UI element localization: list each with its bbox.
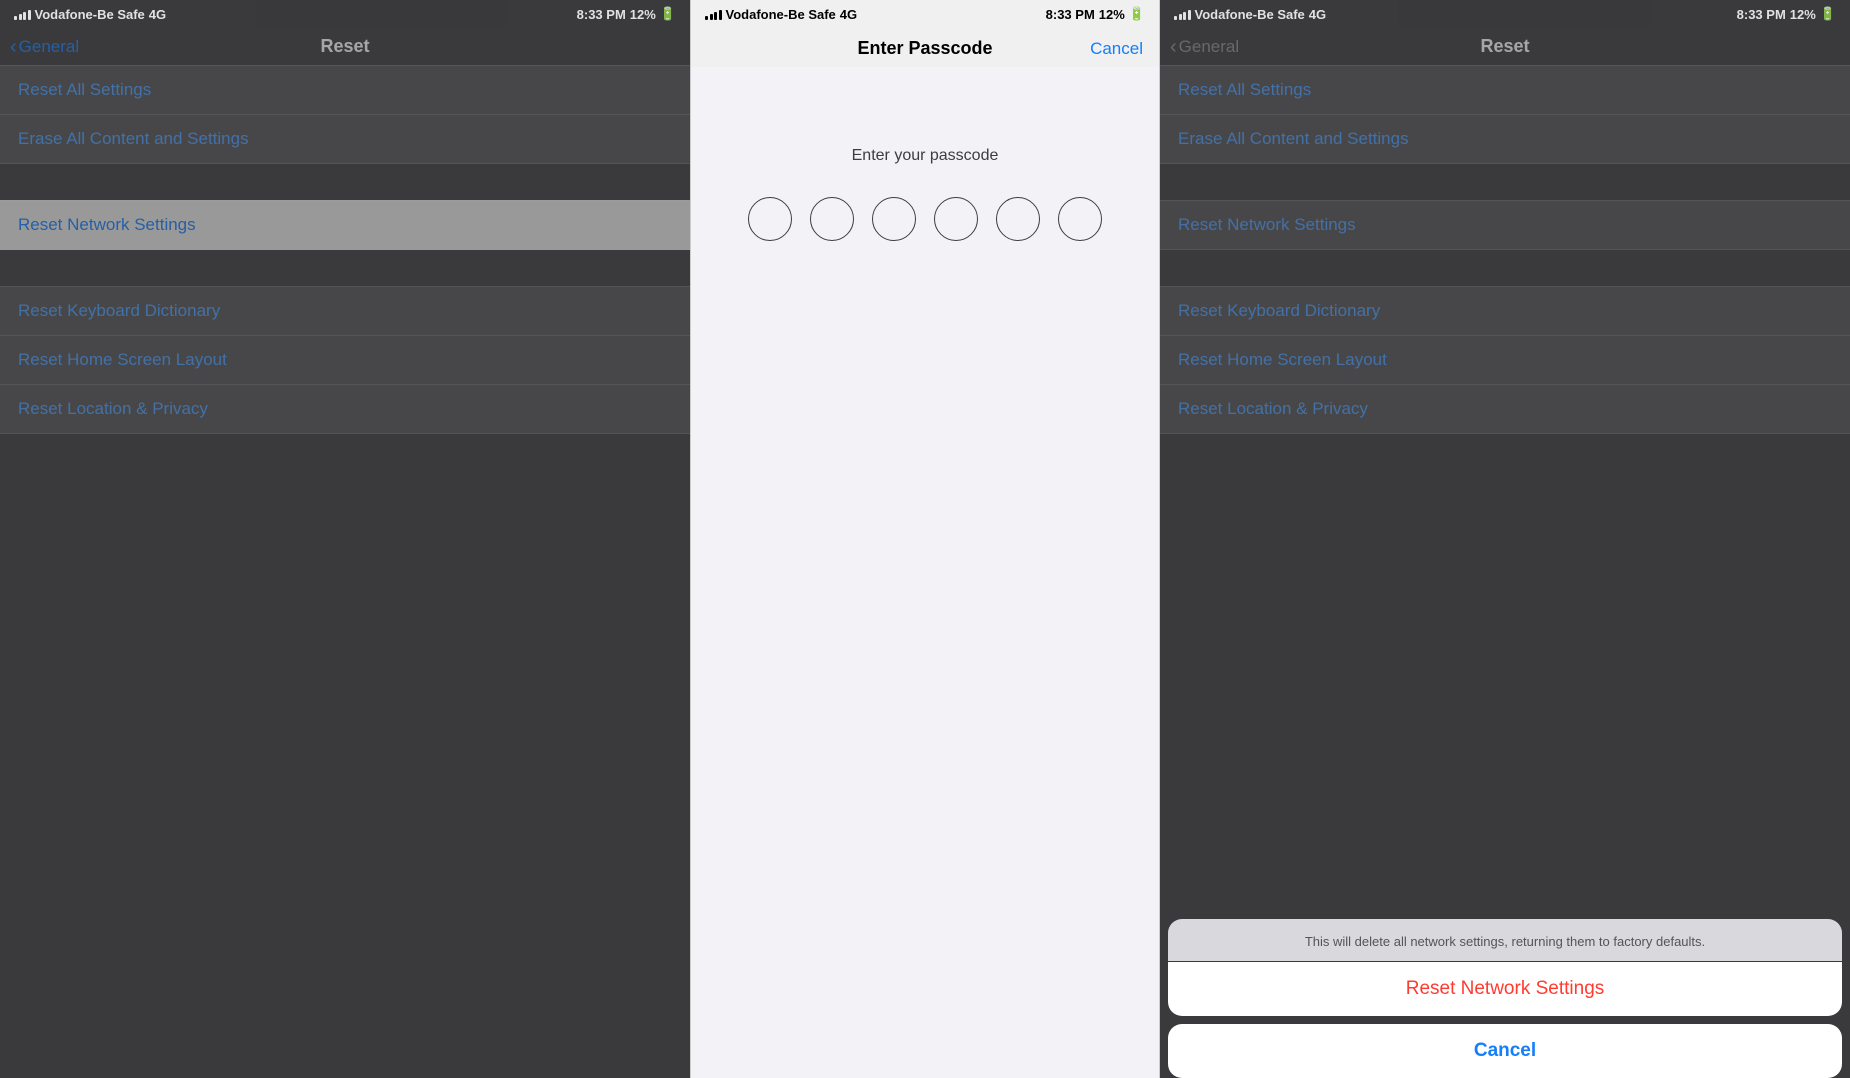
center-panel: Vodafone-Be Safe 4G 8:33 PM 12% 🔋 Enter … — [690, 0, 1160, 1078]
section-gap-2-left — [0, 250, 690, 286]
passcode-dot-5 — [996, 197, 1040, 241]
status-right-right: 8:33 PM 12% 🔋 — [1737, 6, 1836, 22]
section-gap-2-right — [1160, 250, 1850, 286]
status-bar-center: Vodafone-Be Safe 4G 8:33 PM 12% 🔋 — [691, 0, 1159, 28]
signal-icon-center — [705, 8, 722, 20]
passcode-dot-6 — [1058, 197, 1102, 241]
status-right-center: 8:33 PM 12% 🔋 — [1046, 6, 1145, 22]
section-1-right: Reset All Settings Erase All Content and… — [1160, 65, 1850, 164]
chevron-left-icon-right: ‹ — [1170, 37, 1177, 57]
network-label-center: 4G — [840, 7, 857, 22]
network-label: 4G — [149, 7, 166, 22]
battery-icon-center: 🔋 — [1129, 6, 1145, 22]
confirm-reset-button[interactable]: Reset Network Settings — [1168, 962, 1842, 1016]
reset-network-settings-right[interactable]: Reset Network Settings — [1160, 200, 1850, 250]
passcode-dots — [748, 197, 1102, 241]
status-left-right: Vodafone-Be Safe 4G — [1174, 7, 1326, 22]
nav-bar-left: ‹ General Reset — [0, 28, 690, 65]
passcode-nav-title: Enter Passcode — [857, 38, 992, 59]
carrier-label: Vodafone-Be Safe — [35, 7, 145, 22]
reset-location-privacy-left[interactable]: Reset Location & Privacy — [0, 385, 690, 434]
carrier-label-center: Vodafone-Be Safe — [726, 7, 836, 22]
status-left-center: Vodafone-Be Safe 4G — [705, 7, 857, 22]
nav-title-right: Reset — [1480, 36, 1529, 57]
passcode-prompt: Enter your passcode — [852, 147, 999, 165]
carrier-label-right: Vodafone-Be Safe — [1195, 7, 1305, 22]
passcode-body: Enter your passcode — [691, 67, 1159, 1078]
battery-label-right: 12% — [1790, 7, 1816, 22]
battery-icon: 🔋 — [660, 6, 676, 22]
passcode-cancel-button[interactable]: Cancel — [1090, 39, 1143, 59]
status-right: 8:33 PM 12% 🔋 — [577, 6, 676, 22]
action-sheet-message: This will delete all network settings, r… — [1168, 919, 1842, 961]
settings-list-left: Reset All Settings Erase All Content and… — [0, 65, 690, 1078]
time-label: 8:33 PM — [577, 7, 626, 22]
status-left: Vodafone-Be Safe 4G — [14, 7, 166, 22]
erase-all-content-left[interactable]: Erase All Content and Settings — [0, 115, 690, 164]
section-3-left: Reset Keyboard Dictionary Reset Home Scr… — [0, 286, 690, 434]
battery-label-center: 12% — [1099, 7, 1125, 22]
battery-label: 12% — [630, 7, 656, 22]
section-1-left: Reset All Settings Erase All Content and… — [0, 65, 690, 164]
time-label-right: 8:33 PM — [1737, 7, 1786, 22]
passcode-dot-4 — [934, 197, 978, 241]
back-button-right[interactable]: ‹ General — [1170, 37, 1239, 57]
network-label-right: 4G — [1309, 7, 1326, 22]
reset-home-screen-layout-left[interactable]: Reset Home Screen Layout — [0, 336, 690, 385]
passcode-dot-2 — [810, 197, 854, 241]
back-label-right: General — [1179, 37, 1239, 57]
passcode-dot-3 — [872, 197, 916, 241]
reset-keyboard-dictionary-right[interactable]: Reset Keyboard Dictionary — [1160, 286, 1850, 336]
back-label-left: General — [19, 37, 79, 57]
passcode-nav: Enter Passcode Cancel — [691, 28, 1159, 67]
chevron-left-icon: ‹ — [10, 37, 17, 57]
reset-all-settings-left[interactable]: Reset All Settings — [0, 65, 690, 115]
section-gap-1-left — [0, 164, 690, 200]
right-panel: Vodafone-Be Safe 4G 8:33 PM 12% 🔋 ‹ Gene… — [1160, 0, 1850, 1078]
battery-icon-right: 🔋 — [1820, 6, 1836, 22]
section-3-right: Reset Keyboard Dictionary Reset Home Scr… — [1160, 286, 1850, 434]
reset-location-privacy-right[interactable]: Reset Location & Privacy — [1160, 385, 1850, 434]
section-2-right: Reset Network Settings — [1160, 200, 1850, 250]
reset-all-settings-right[interactable]: Reset All Settings — [1160, 65, 1850, 115]
action-sheet-cancel-button[interactable]: Cancel — [1168, 1024, 1842, 1078]
action-sheet: This will delete all network settings, r… — [1160, 919, 1850, 1078]
passcode-dot-1 — [748, 197, 792, 241]
signal-icon-right — [1174, 8, 1191, 20]
erase-all-content-right[interactable]: Erase All Content and Settings — [1160, 115, 1850, 164]
status-bar-left: Vodafone-Be Safe 4G 8:33 PM 12% 🔋 — [0, 0, 690, 28]
reset-network-settings-left[interactable]: Reset Network Settings — [0, 200, 690, 250]
reset-keyboard-dictionary-left[interactable]: Reset Keyboard Dictionary — [0, 286, 690, 336]
time-label-center: 8:33 PM — [1046, 7, 1095, 22]
reset-home-screen-layout-right[interactable]: Reset Home Screen Layout — [1160, 336, 1850, 385]
back-button-left[interactable]: ‹ General — [10, 37, 79, 57]
section-gap-1-right — [1160, 164, 1850, 200]
left-panel: Vodafone-Be Safe 4G 8:33 PM 12% 🔋 ‹ Gene… — [0, 0, 690, 1078]
section-2-left: Reset Network Settings — [0, 200, 690, 250]
nav-bar-right: ‹ General Reset — [1160, 28, 1850, 65]
nav-title-left: Reset — [320, 36, 369, 57]
signal-icon — [14, 8, 31, 20]
status-bar-right: Vodafone-Be Safe 4G 8:33 PM 12% 🔋 — [1160, 0, 1850, 28]
